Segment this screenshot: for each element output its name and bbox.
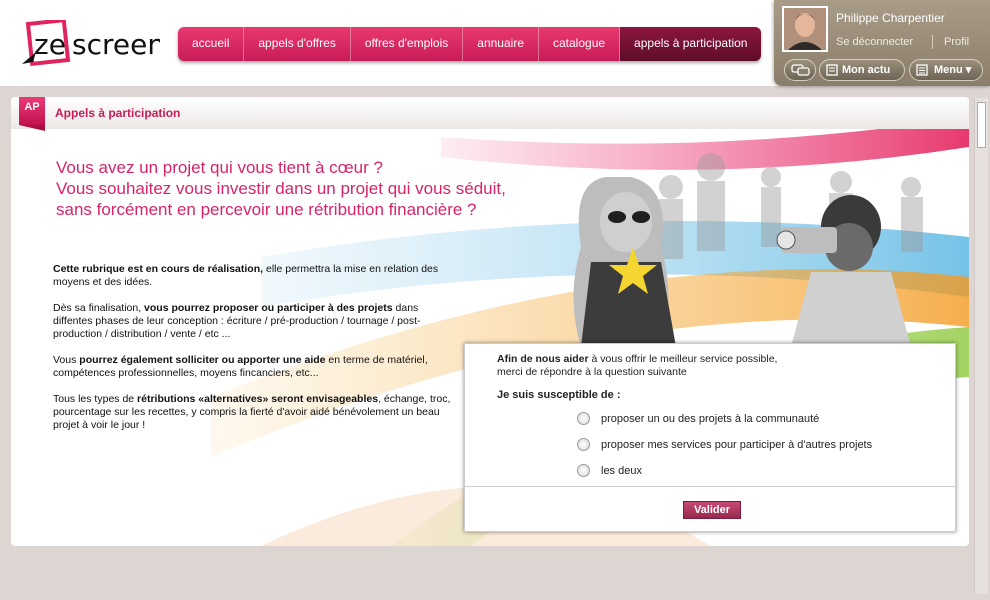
panel-title: Appels à participation [55,106,181,120]
user-box: Philippe Charpentier Se déconnecter Prof… [774,0,990,86]
menu-list-icon [916,64,928,76]
menu-label: Menu [934,64,963,76]
form-intro-rest-2: merci de répondre à la question suivante [497,366,687,378]
nav-offres-emplois[interactable]: offres d'emplois [351,27,464,61]
user-avatar[interactable] [782,6,828,52]
paragraph-3-start: Vous [53,354,80,366]
description-text: Cette rubrique est en cours de réalisati… [53,263,453,445]
main-panel: AP Appels à participation Vous avez un p… [11,97,969,546]
svg-text:screen: screen [72,28,160,61]
option-label: les deux [601,464,642,477]
nav-catalogue[interactable]: catalogue [539,27,621,61]
svg-text:ze: ze [34,28,66,61]
panel-header: AP Appels à participation [11,97,969,131]
paragraph-4: Tous les types de rétributions «alternat… [53,393,453,432]
user-name: Philippe Charpentier [836,11,945,25]
profile-link[interactable]: Profil [944,36,969,48]
chat-bubbles-icon [791,64,810,76]
option-proposer-projets[interactable]: proposer un ou des projets à la communau… [577,412,819,425]
avatar-portrait-icon [784,8,826,50]
survey-form: Afin de nous aider à vous offrir le meil… [464,343,956,532]
chat-button[interactable] [784,59,816,81]
section-badge: AP [19,97,45,131]
form-question: Je suis susceptible de : [497,389,621,401]
option-les-deux[interactable]: les deux [577,464,642,477]
zescreen-logo[interactable]: ze screen [20,20,160,70]
paragraph-2-start: Dès sa finalisation, [53,302,145,314]
form-intro-rest-1: à vous offrir le meilleur service possib… [588,353,778,365]
option-label: proposer un ou des projets à la communau… [601,412,820,425]
menu-button[interactable]: Menu ▾ [909,59,983,81]
paragraph-2: Dès sa finalisation, vous pourrez propos… [53,302,453,341]
paragraph-3: Vous pourrez également solliciter ou app… [53,354,453,380]
headline-line-1: Vous avez un projet qui vous tient à cœu… [56,158,383,177]
top-bar: ze screen accueil appels d'offres offres… [0,0,990,86]
form-divider [465,486,955,487]
paragraph-4-start: Tous les types de [53,393,138,405]
option-proposer-services[interactable]: proposer mes services pour participer à … [577,438,872,451]
option-label: proposer mes services pour participer à … [601,438,873,451]
paragraph-2-bold: vous pourrez proposer ou participer à de… [144,302,393,314]
nav-accueil[interactable]: accueil [178,27,245,61]
user-links-divider [932,35,933,49]
mon-actu-button[interactable]: Mon actu [819,59,905,81]
news-icon [826,64,838,76]
nav-annuaire[interactable]: annuaire [463,27,539,61]
main-nav: accueil appels d'offres offres d'emplois… [178,27,762,61]
nav-appels-offres[interactable]: appels d'offres [244,27,351,61]
mon-actu-label: Mon actu [842,64,891,76]
radio-button[interactable] [577,438,590,451]
paragraph-3-bold: pourrez également solliciter ou apporter… [79,354,326,366]
form-intro: Afin de nous aider à vous offrir le meil… [497,353,897,379]
paragraph-1: Cette rubrique est en cours de réalisati… [53,263,453,289]
submit-button[interactable]: Valider [683,501,741,519]
chevron-down-icon: ▾ [965,64,972,76]
headline: Vous avez un projet qui vous tient à cœu… [56,157,576,220]
scrollbar-thumb[interactable] [977,102,986,148]
headline-line-3: sans forcément en percevoir une rétribut… [56,200,477,219]
form-intro-bold: Afin de nous aider [497,353,589,365]
logout-link[interactable]: Se déconnecter [836,36,913,48]
headline-line-2: Vous souhaitez vous investir dans un pro… [56,179,506,198]
paragraph-1-bold: Cette rubrique est en cours de réalisati… [53,263,264,275]
radio-button[interactable] [577,464,590,477]
nav-appels-participation[interactable]: appels à participation [620,27,762,61]
paragraph-4-bold: rétributions «alternatives» seront envis… [137,393,379,405]
page-scrollbar[interactable] [974,98,988,594]
radio-button[interactable] [577,412,590,425]
